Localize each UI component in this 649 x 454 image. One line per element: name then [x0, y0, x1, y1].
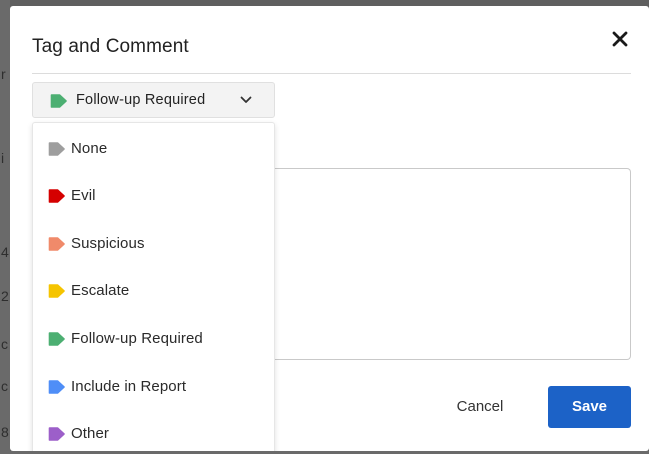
background-text: c	[1, 336, 8, 352]
background-text: i	[1, 150, 5, 166]
tag-icon	[48, 142, 65, 156]
tag-option-label: Suspicious	[71, 235, 145, 252]
tag-option-escalate[interactable]: Escalate	[33, 270, 276, 314]
close-button[interactable]	[608, 27, 632, 51]
tag-option-none[interactable]: None	[33, 128, 276, 172]
tag-select-dropdown[interactable]: Follow-up Required	[32, 82, 275, 118]
background-text: 2	[1, 288, 9, 304]
tag-icon	[48, 237, 65, 251]
tag-option-label: Other	[71, 425, 110, 442]
tag-option-label: Evil	[71, 187, 96, 204]
background-text: 4	[1, 244, 9, 260]
tag-icon	[48, 332, 65, 346]
tag-option-include-in-report[interactable]: Include in Report	[33, 366, 276, 410]
background-text: c	[1, 378, 8, 394]
comment-textarea[interactable]	[274, 168, 631, 360]
tag-option-label: Escalate	[71, 282, 130, 299]
tag-option-evil[interactable]: Evil	[33, 175, 276, 219]
tag-icon	[50, 94, 67, 108]
tag-icon	[48, 189, 65, 203]
tag-option-label: Include in Report	[71, 378, 187, 395]
background-page: r i 4 2 c c 8	[0, 0, 10, 454]
tag-option-label: Follow-up Required	[71, 330, 203, 347]
tag-option-suspicious[interactable]: Suspicious	[33, 223, 276, 267]
title-divider	[32, 73, 631, 74]
tag-comment-dialog: Tag and Comment Follow-up Required Cance…	[10, 6, 649, 454]
tag-option-other[interactable]: Other	[33, 413, 276, 454]
close-icon	[612, 31, 628, 47]
save-button[interactable]: Save	[548, 386, 631, 428]
selected-tag-label: Follow-up Required	[76, 92, 206, 108]
chevron-down-icon	[240, 96, 252, 103]
tag-icon	[48, 427, 65, 441]
dialog-title: Tag and Comment	[32, 36, 189, 57]
background-text: r	[1, 66, 6, 82]
tag-options-menu: None Evil Suspicious Escalate Follow-up …	[32, 122, 275, 454]
selected-tag-shape	[50, 94, 67, 108]
tag-option-label: None	[71, 140, 108, 157]
tag-icon	[48, 284, 65, 298]
background-text: 8	[1, 424, 9, 440]
tag-icon	[48, 380, 65, 394]
tag-option-follow-up-required[interactable]: Follow-up Required	[33, 318, 276, 362]
cancel-button[interactable]: Cancel	[440, 386, 520, 428]
